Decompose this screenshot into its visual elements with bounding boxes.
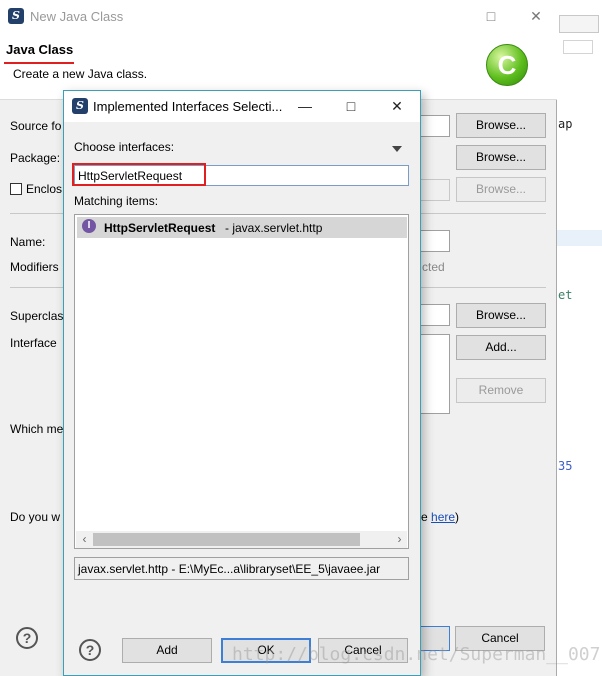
scrollbar-thumb[interactable] — [93, 533, 360, 546]
interface-icon: I — [82, 219, 96, 233]
source-folder-label: Source fo — [10, 119, 62, 133]
scroll-right-icon[interactable]: › — [392, 532, 407, 547]
comments-text-fragment: ) — [455, 510, 460, 524]
background-code-fragment: et — [558, 288, 573, 302]
matching-items-list[interactable]: I HttpServletRequest - javax.servlet.htt… — [74, 214, 409, 549]
enclosing-type-field[interactable] — [420, 179, 450, 201]
superclass-field[interactable] — [420, 304, 450, 326]
watermark-text: http://blog.csdn.net/Superman__007 — [232, 644, 601, 665]
background-code-fragment: 35 — [558, 459, 573, 473]
title-highlight-underline — [4, 62, 74, 64]
source-folder-browse-button[interactable]: Browse... — [456, 113, 546, 138]
interface-selection-dialog: S Implemented Interfaces Selecti... — □ … — [63, 90, 421, 676]
page-description: Create a new Java class. — [13, 67, 148, 81]
help-icon[interactable]: ? — [16, 627, 38, 649]
eclipse-s-icon: S — [8, 8, 24, 24]
background-editor-tab — [563, 40, 593, 54]
scroll-left-icon[interactable]: ‹ — [77, 532, 92, 547]
close-icon[interactable]: ✕ — [386, 96, 408, 116]
enclosing-type-label: Enclos — [26, 182, 63, 196]
interfaces-list[interactable] — [420, 334, 450, 414]
enclosing-type-checkbox[interactable] — [10, 183, 22, 195]
method-stubs-label: Which me — [10, 422, 64, 436]
comments-text-fragment: e — [421, 510, 432, 524]
selected-item-status: javax.servlet.http - E:\MyEc...a\library… — [74, 557, 409, 580]
add-interface-button[interactable]: Add... — [456, 335, 546, 360]
dialog-title: Implemented Interfaces Selecti... — [93, 99, 283, 114]
eclipse-s-icon: S — [72, 98, 88, 114]
help-icon[interactable]: ? — [79, 639, 101, 661]
window-title: New Java Class — [30, 9, 124, 24]
modifier-protected-label: cted — [422, 260, 445, 274]
view-menu-chevron-down-icon[interactable] — [392, 146, 402, 152]
superclass-label: Superclas — [10, 309, 64, 323]
status-text: javax.servlet.http - E:\MyEc...a\library… — [78, 562, 381, 576]
maximize-icon[interactable]: □ — [480, 6, 502, 26]
close-icon[interactable]: ✕ — [525, 6, 547, 26]
background-editor: ap et 35 — [556, 0, 602, 676]
background-editor-tab — [559, 15, 599, 33]
name-label: Name: — [10, 235, 46, 249]
match-package: - javax.servlet.http — [225, 221, 323, 235]
title-bar: S New Java Class □ ✕ — [0, 0, 557, 32]
java-class-logo-icon: C — [486, 44, 528, 86]
remove-interface-button[interactable]: Remove — [456, 378, 546, 403]
maximize-icon[interactable]: □ — [340, 96, 362, 116]
background-highlight-line — [557, 230, 602, 246]
page-title: Java Class — [6, 42, 74, 57]
choose-interfaces-label: Choose interfaces: — [74, 140, 175, 154]
background-code-fragment: ap — [558, 117, 573, 131]
list-item[interactable]: I HttpServletRequest - javax.servlet.htt… — [77, 217, 407, 238]
match-name: HttpServletRequest — [104, 221, 216, 235]
comments-label: Do you w — [10, 510, 61, 524]
horizontal-scrollbar[interactable]: ‹ › — [76, 531, 407, 548]
package-browse-button[interactable]: Browse... — [456, 145, 546, 170]
configure-templates-link[interactable]: here — [431, 510, 455, 524]
minimize-icon[interactable]: — — [294, 96, 316, 116]
package-label: Package: — [10, 151, 61, 165]
name-field[interactable] — [420, 230, 450, 252]
superclass-browse-button[interactable]: Browse... — [456, 303, 546, 328]
highlight-annotation-box — [72, 163, 206, 186]
matching-items-label: Matching items: — [74, 194, 159, 208]
add-button[interactable]: Add — [122, 638, 212, 663]
modifiers-label: Modifiers — [10, 260, 59, 274]
source-folder-field[interactable] — [420, 115, 450, 137]
enclosing-browse-button[interactable]: Browse... — [456, 177, 546, 202]
interfaces-label: Interface — [10, 336, 57, 350]
dialog-title-bar: S Implemented Interfaces Selecti... — □ … — [64, 91, 420, 122]
